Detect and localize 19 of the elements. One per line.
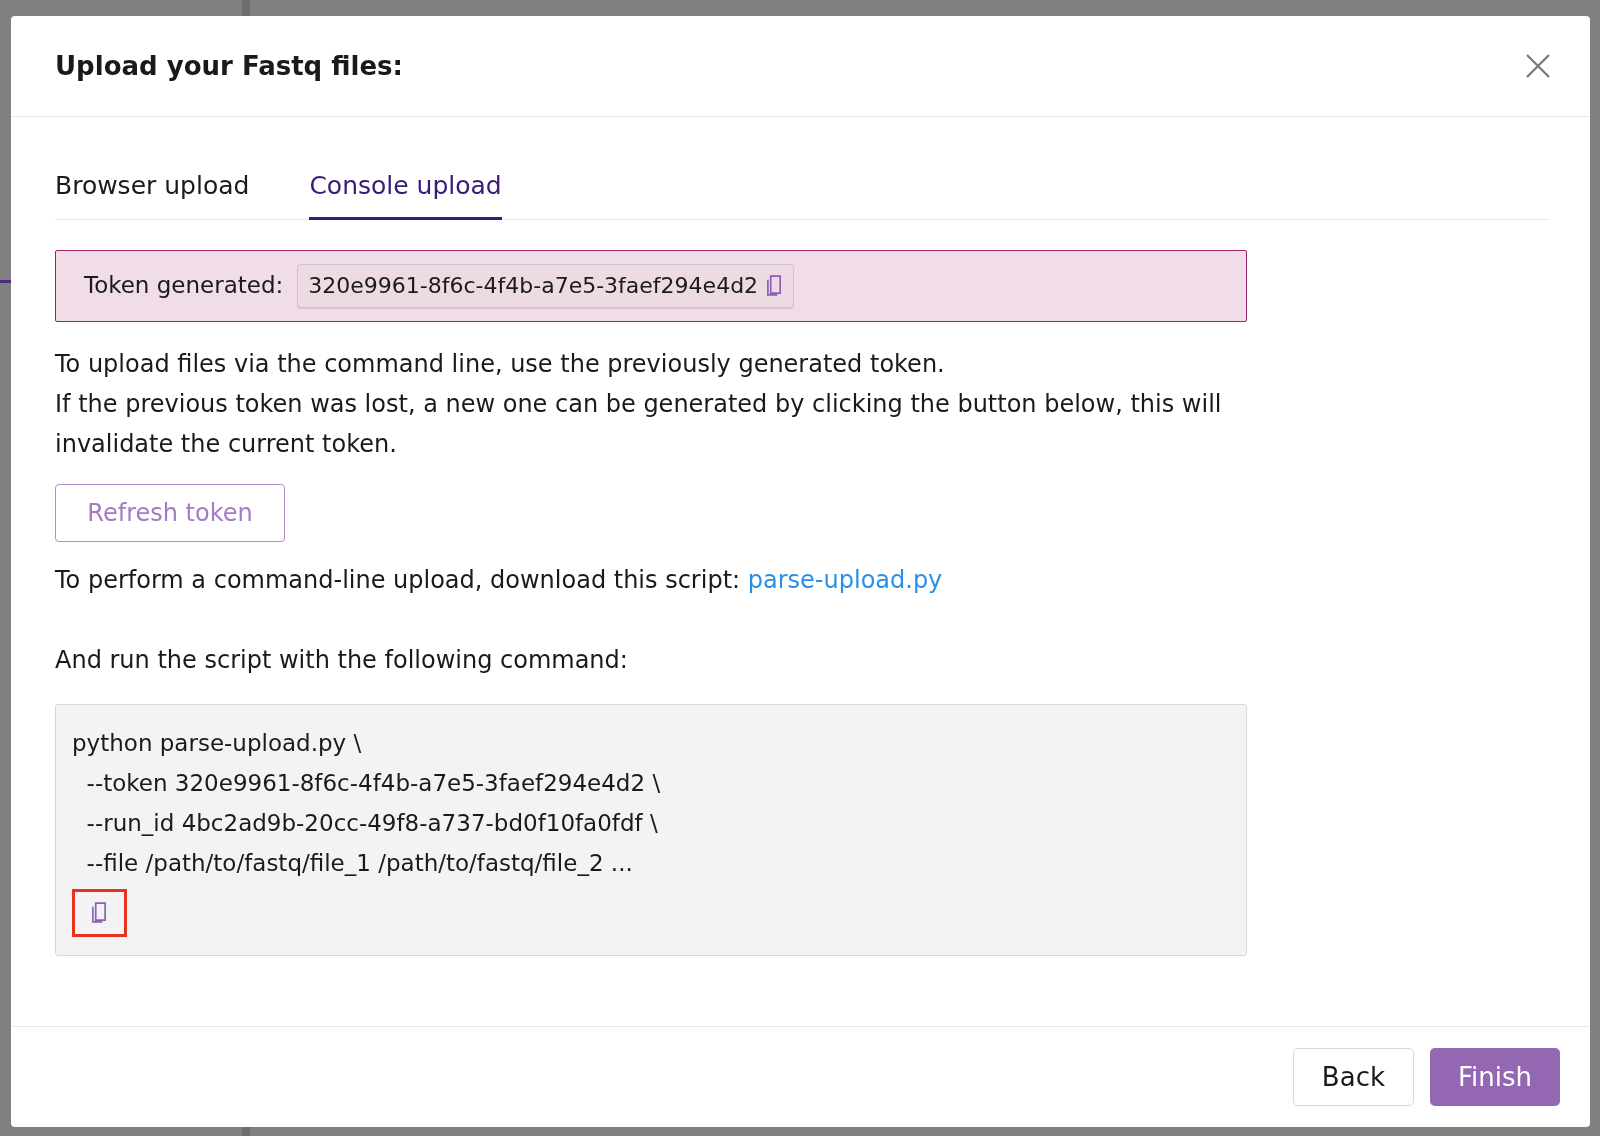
command-line: --run_id 4bc2ad9b-20cc-49f8-a737-bd0f10fa0fdf \ (85, 808, 659, 838)
copy-icon[interactable] (766, 274, 784, 297)
command-line: python parse-upload.py \ (72, 728, 363, 758)
command-line: --token 320e9961-8f6c-4f4b-a7e5-3faef294e4d2 \ (85, 768, 662, 798)
copy-icon (91, 901, 108, 924)
token-value: 320e9961-8f6c-4f4b-a7e5-3faef294e4d2 (308, 272, 759, 300)
instruction-text: If the previous token was lost, a new one can be generated by clicking the button below, this will invalidate the current token. (55, 388, 1223, 460)
download-text: To perform a command-line upload, download this script: parse-upload.py (55, 564, 944, 596)
tab[interactable]: Console upload (309, 167, 502, 220)
instruction-text: To upload files via the command line, use the previously generated token. (55, 348, 946, 380)
tab[interactable]: Browser upload (55, 167, 250, 220)
dialog-title: Upload your Fastq files: (55, 49, 403, 83)
command-intro: And run the script with the following command: (55, 644, 629, 676)
finish-button[interactable]: Finish (1430, 1048, 1560, 1106)
back-button[interactable]: Back (1292, 1048, 1414, 1106)
copy-button[interactable] (72, 888, 127, 937)
token-label: Token generated: (84, 271, 284, 301)
close-icon[interactable] (1524, 52, 1552, 80)
command-line: --file /path/to/fastq/file_1 /path/to/fastq/file_2 ... (85, 848, 634, 878)
